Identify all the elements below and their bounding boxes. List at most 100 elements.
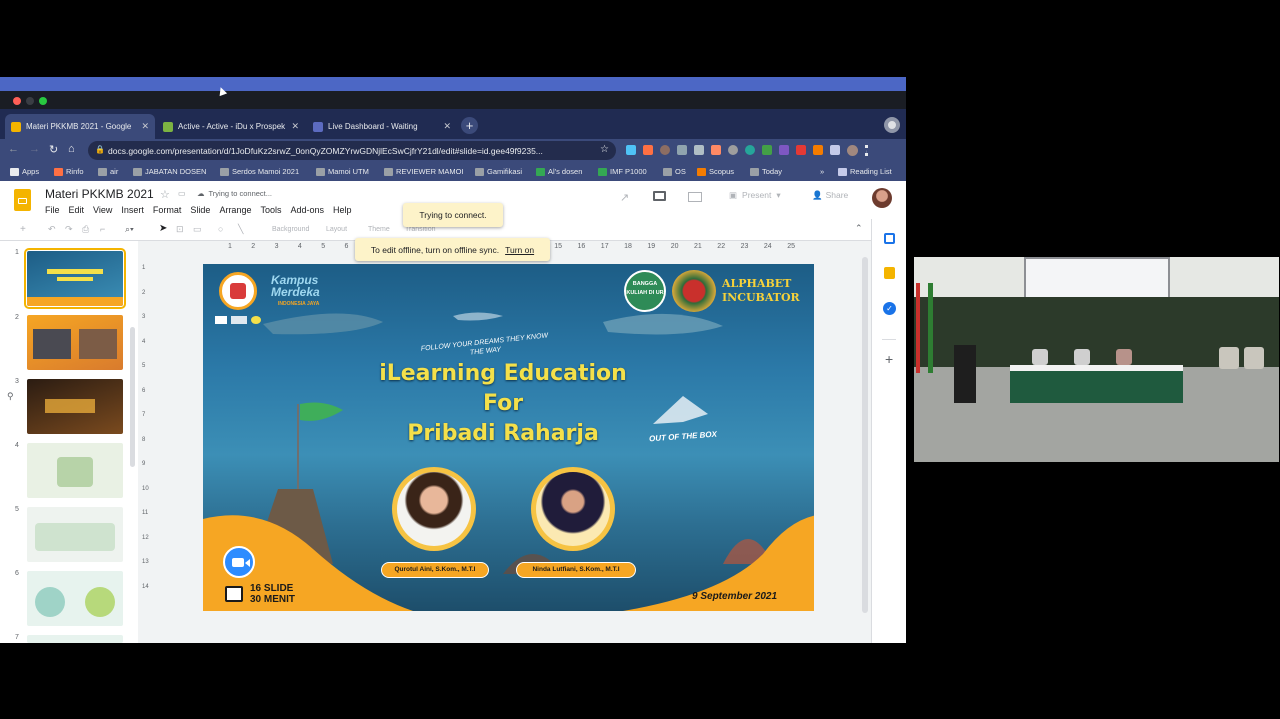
close-tab-icon[interactable]: ✕ (141, 121, 149, 132)
extension-icon[interactable] (694, 145, 704, 155)
move-folder-icon[interactable]: ▭ (178, 189, 186, 198)
share-button[interactable]: 👤 Share (812, 190, 848, 201)
turn-on-link[interactable]: Turn on (505, 245, 534, 255)
paint-format-icon[interactable]: ⌐ (100, 224, 105, 234)
bookmark-item[interactable]: Al's dosen (536, 167, 582, 176)
present-button[interactable]: ▣ Present ▾ (729, 190, 781, 201)
image-icon[interactable]: ▭ (193, 224, 202, 235)
bookmark-item[interactable]: Gamifikasi (475, 167, 522, 176)
document-title[interactable]: Materi PKKMB 2021 (45, 187, 154, 201)
close-window-icon[interactable] (13, 97, 21, 105)
menu-insert[interactable]: Insert (121, 205, 144, 215)
slide-thumbnail[interactable] (27, 571, 123, 626)
calendar-icon[interactable] (884, 233, 895, 244)
shape-icon[interactable]: ○ (218, 224, 223, 234)
star-icon[interactable]: ☆ (160, 188, 170, 201)
add-addon-icon[interactable]: + (885, 351, 893, 367)
slide-preview[interactable]: Kampus Merdeka INDONESIA JAYA BANGGA KUL… (203, 264, 814, 611)
kebab-menu-icon[interactable] (865, 145, 868, 156)
bookmark-item[interactable]: Today (750, 167, 782, 176)
back-icon[interactable]: ← (8, 143, 19, 155)
extension-icon[interactable] (745, 145, 755, 155)
bookmarks-more-icon[interactable]: » (820, 167, 824, 176)
transition-button[interactable]: Transition (405, 226, 435, 233)
maximize-window-icon[interactable] (39, 97, 47, 105)
collapse-toolbar-icon[interactable]: ⌃ (855, 223, 863, 234)
keep-icon[interactable] (884, 267, 895, 279)
bookmark-item[interactable]: Scopus (697, 167, 734, 176)
extension-icon[interactable] (762, 145, 772, 155)
slide-thumbnail[interactable] (27, 315, 123, 370)
avatar[interactable] (872, 188, 892, 208)
menu-view[interactable]: View (93, 205, 112, 215)
menu-file[interactable]: File (45, 205, 60, 215)
menu-slide[interactable]: Slide (190, 205, 210, 215)
undo-icon[interactable]: ↶ (48, 224, 56, 235)
extension-icon[interactable] (728, 145, 738, 155)
new-tab-button[interactable]: + (461, 117, 478, 134)
bookmark-item[interactable]: Rinfo (54, 167, 84, 176)
extension-icon[interactable] (660, 145, 670, 155)
textbox-icon[interactable]: ⊡ (176, 224, 184, 235)
extension-icon[interactable] (711, 145, 721, 155)
activity-icon[interactable]: ↗ (620, 191, 629, 204)
bookmark-item[interactable]: IMF P1000 (598, 167, 647, 176)
menu-addons[interactable]: Add-ons (290, 205, 324, 215)
background-button[interactable]: Background (272, 226, 309, 233)
puzzle-extensions-icon[interactable] (830, 145, 840, 155)
avatar[interactable] (847, 145, 858, 156)
reload-icon[interactable]: ↻ (49, 143, 58, 156)
menu-tools[interactable]: Tools (260, 205, 281, 215)
extension-icon[interactable] (813, 145, 823, 155)
bookmark-item[interactable]: OS (663, 167, 686, 176)
meet-icon[interactable] (688, 192, 702, 202)
slide-thumbnail[interactable] (27, 443, 123, 498)
line-icon[interactable]: ╲ (238, 224, 243, 235)
close-tab-icon[interactable]: ✕ (291, 121, 299, 132)
tab-active[interactable]: Active - Active - iDu x Prospek ✕ (157, 114, 305, 139)
print-icon[interactable]: ⎙ (82, 224, 89, 235)
theme-button[interactable]: Theme (368, 226, 390, 233)
bookmark-item[interactable]: air (98, 167, 118, 176)
layout-button[interactable]: Layout (326, 226, 347, 233)
star-bookmark-icon[interactable]: ☆ (600, 144, 609, 155)
extension-icon[interactable] (677, 145, 687, 155)
tab-materi[interactable]: Materi PKKMB 2021 - Google ✕ (5, 114, 155, 139)
tasks-icon[interactable]: ✓ (883, 302, 896, 315)
add-slide-icon[interactable]: + (20, 224, 26, 235)
slide-thumbnail[interactable] (27, 379, 123, 434)
forward-icon[interactable]: → (29, 143, 40, 155)
extension-icon[interactable] (796, 145, 806, 155)
bookmark-item[interactable]: Serdos Mamoi 2021 (220, 167, 299, 176)
extension-icon[interactable] (626, 145, 636, 155)
reading-list[interactable]: Reading List (838, 167, 892, 176)
extension-icon[interactable] (643, 145, 653, 155)
menu-help[interactable]: Help (333, 205, 352, 215)
menu-edit[interactable]: Edit (69, 205, 85, 215)
bookmark-item[interactable]: JABATAN DOSEN (133, 167, 206, 176)
minimize-window-icon[interactable] (26, 97, 34, 105)
slide-thumbnail[interactable] (27, 635, 123, 643)
url-field[interactable]: 🔒 docs.google.com/presentation/d/1JoDfuK… (88, 141, 616, 160)
ruler-tick-label: 14 (142, 583, 149, 590)
menu-format[interactable]: Format (153, 205, 182, 215)
redo-icon[interactable]: ↷ (65, 224, 73, 235)
close-tab-icon[interactable]: ✕ (443, 121, 451, 132)
slides-logo-icon[interactable] (14, 189, 31, 211)
comment-icon[interactable] (653, 191, 666, 201)
slide-thumbnail[interactable] (24, 248, 126, 309)
extension-icon[interactable] (779, 145, 789, 155)
bookmark-item[interactable]: REVIEWER MAMOI (384, 167, 464, 176)
home-icon[interactable]: ⌂ (68, 143, 75, 155)
zoom-icon[interactable]: ⌕▾ (125, 224, 134, 235)
bookmark-item[interactable]: Mamoi UTM (316, 167, 369, 176)
filmstrip-scrollbar[interactable] (130, 327, 135, 467)
canvas-scrollbar[interactable] (862, 257, 868, 613)
ruler-tick-label: 25 (787, 243, 795, 250)
slide-thumbnail[interactable] (27, 507, 123, 562)
menu-arrange[interactable]: Arrange (219, 205, 251, 215)
bookmark-apps[interactable]: Apps (10, 167, 39, 176)
tab-live-dashboard[interactable]: Live Dashboard - Waiting ✕ (307, 114, 457, 139)
select-cursor-icon[interactable]: ➤ (159, 223, 167, 234)
profile-menu-icon[interactable] (884, 117, 900, 133)
